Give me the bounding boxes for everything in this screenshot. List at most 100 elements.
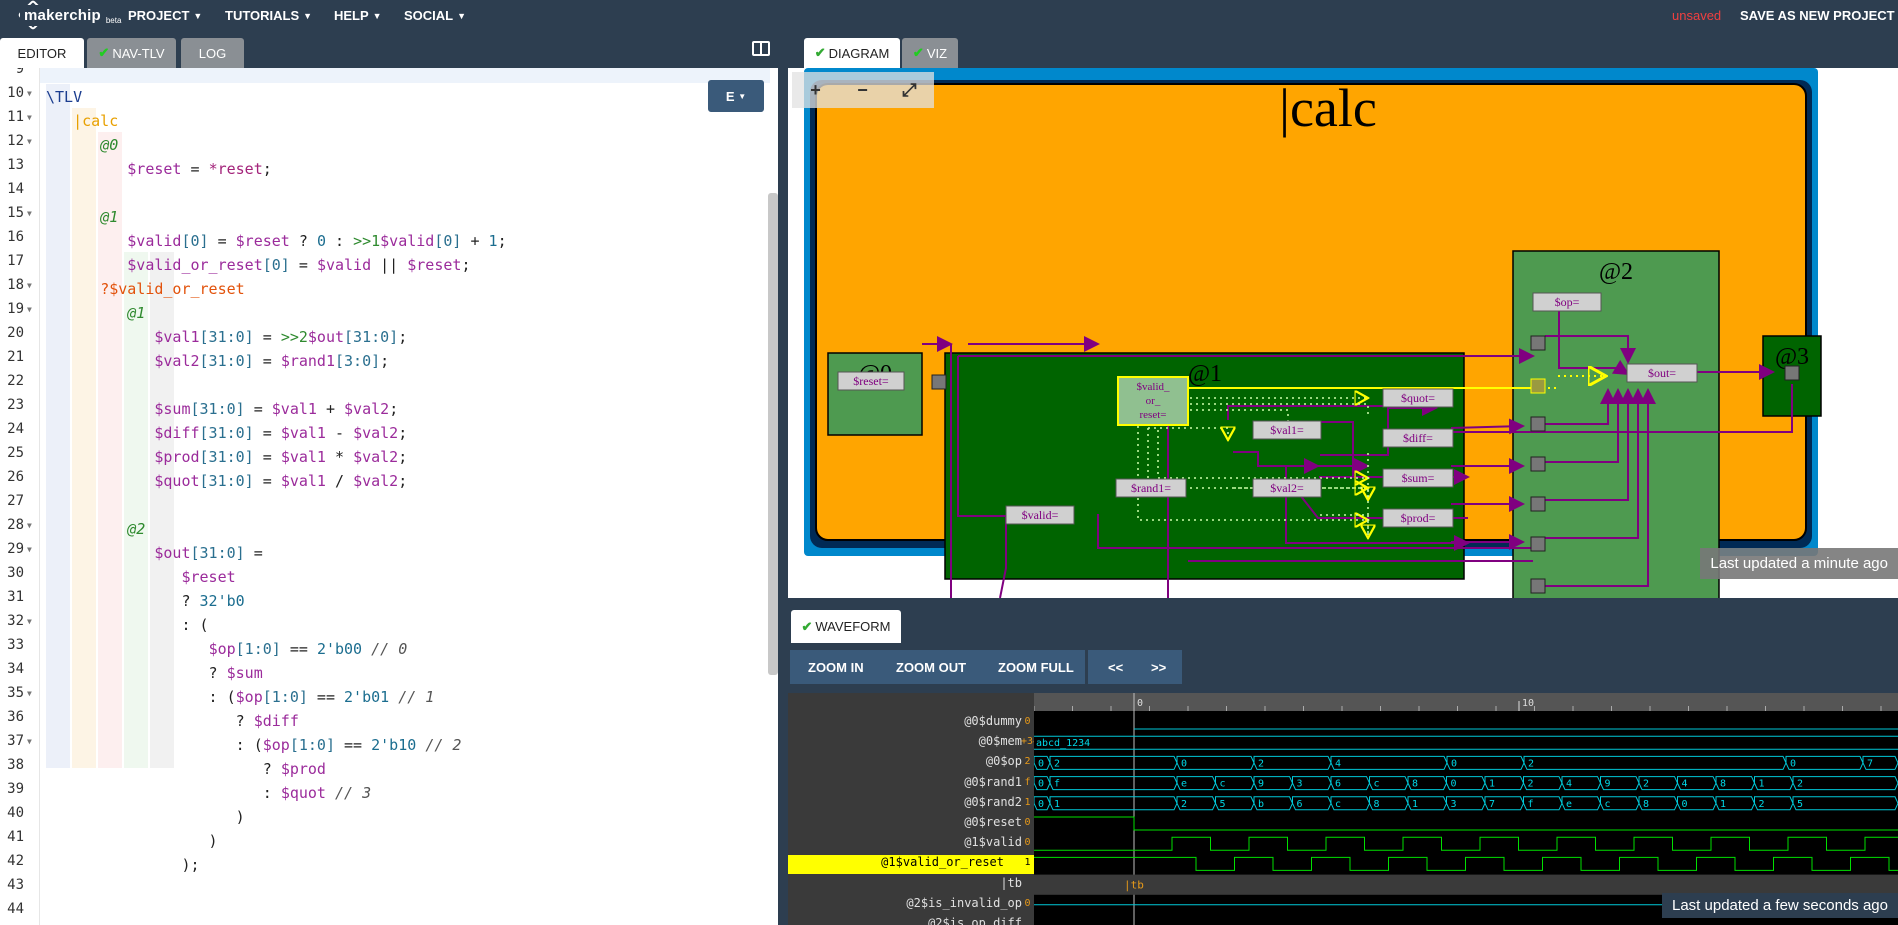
line-number-text: 30 [7, 565, 24, 581]
wave-rand2-value: 1 [1054, 799, 1060, 810]
wave-op-value: 0 [1790, 758, 1796, 769]
diagram-last-updated: Last updated a minute ago [1700, 548, 1898, 579]
fit-to-screen-icon[interactable]: ⤢ [886, 80, 933, 101]
signal-prod-label: $prod= [1401, 511, 1436, 525]
menu-tutorials[interactable]: TUTORIALS ▼ [225, 8, 312, 23]
signal-valid-or-reset-label: $valid_ [1137, 381, 1170, 393]
signal-out-label: $out= [1648, 366, 1676, 380]
waveform-viewer: ZOOM IN ZOOM OUT ZOOM FULL << >> @0$dumm… [788, 643, 1898, 925]
fold-toggle-icon[interactable]: ▼ [27, 617, 32, 626]
code-line: : $quot // 3 [46, 784, 372, 802]
fold-toggle-icon[interactable]: ▼ [27, 89, 32, 98]
line-number: 43 [0, 877, 36, 901]
panel-layout-icon[interactable] [752, 41, 770, 56]
wave-op-value: 2 [1054, 758, 1060, 769]
pipeline-title: |calc [1279, 78, 1377, 138]
line-number: 15 ▼ [0, 205, 36, 229]
signal-val2-label: $val2= [1270, 481, 1304, 495]
pipeline-diagram: |calc @0 @1 @2 @3 [804, 68, 1822, 598]
diagram-zoom-controls: + − ⤢ [792, 72, 934, 108]
menu-help[interactable]: HELP ▼ [334, 8, 382, 23]
fold-toggle-icon[interactable]: ▼ [27, 689, 32, 698]
fold-toggle-icon[interactable]: ▼ [27, 305, 32, 314]
zoom-in-button[interactable]: ZOOM IN [808, 650, 864, 684]
waveform-traces[interactable]: 0 10abcd_12340 2 0 2 4 0 2 0 70 f e c 9 3 6 c 8 0 1 2 4 9 2 4 8 1 2… [1034, 693, 1898, 925]
wave-signal-value: +34 [1021, 736, 1040, 748]
line-number-text: 9 [15, 68, 24, 77]
zoom-in-icon[interactable]: + [792, 80, 839, 101]
edit-mode-button[interactable]: E ▼ [708, 80, 764, 112]
wave-signal-name[interactable]: @1$valid [964, 835, 1022, 854]
wave-rand2-value: 5 [1220, 799, 1226, 810]
wave-rand2-value: 1 [1412, 799, 1418, 810]
tab-viz[interactable]: ✔ VIZ [902, 38, 958, 68]
wave-signal-name[interactable]: @2$is_op_diff [928, 916, 1022, 925]
line-number-text: 15 [7, 205, 24, 221]
stage-1-label: @1 [1188, 361, 1222, 387]
line-number-text: 28 [7, 517, 24, 533]
wave-signal-name[interactable]: @0$rand2 [964, 795, 1022, 814]
tab-waveform[interactable]: ✔ WAVEFORM [791, 610, 901, 643]
wave-rand2-value: 5 [1797, 799, 1803, 810]
code-line: ? $sum [46, 664, 263, 682]
fold-toggle-icon[interactable]: ▼ [27, 545, 32, 554]
fold-toggle-icon[interactable]: ▼ [27, 137, 32, 146]
wave-rand2-value: 2 [1759, 799, 1765, 810]
line-number: 20 [0, 325, 36, 349]
wave-signal-name[interactable]: @0$op [986, 754, 1022, 773]
tab-log[interactable]: LOG [181, 38, 244, 68]
wave-signal-name[interactable]: @0$dummy [964, 714, 1022, 733]
signal-diff-label: $diff= [1403, 431, 1433, 445]
code-editor[interactable]: 9 10 ▼ 11 ▼ 12 ▼ 13 14 15 ▼ 16 17 18 ▼ 19 ▼ 20 21 22 23 24 25 2… [0, 68, 778, 925]
tab-diagram[interactable]: ✔ DIAGRAM [804, 38, 900, 68]
editor-scrollbar[interactable] [768, 193, 778, 675]
panel-splitter[interactable] [778, 30, 788, 925]
wave-signal-name[interactable]: @0$rand1 [964, 775, 1022, 794]
wave-rand1-value: 9 [1605, 779, 1611, 790]
zoom-out-button[interactable]: ZOOM OUT [896, 650, 966, 684]
fold-toggle-icon[interactable]: ▼ [27, 521, 32, 530]
line-number-text: 14 [7, 181, 24, 197]
logo-text: makerchip [20, 4, 105, 26]
wave-rand2-value: c [1335, 799, 1341, 810]
wave-rand1-value: e [1181, 779, 1187, 790]
flop-op [1530, 335, 1546, 351]
fold-toggle-icon[interactable]: ▼ [27, 737, 32, 746]
zoom-out-icon[interactable]: − [839, 80, 886, 101]
code-line: $out[31:0] = [154, 544, 263, 562]
wave-signal-name[interactable]: |tb [1000, 876, 1022, 895]
wave-signal-name[interactable]: @0$reset [964, 815, 1022, 834]
check-icon: ✔ [98, 45, 110, 60]
line-number-text: 25 [7, 445, 24, 461]
wave-signal-name[interactable]: @1$valid_or_reset [788, 855, 1034, 875]
diagram-canvas[interactable]: |calc @0 @1 @2 @3 [788, 68, 1898, 598]
time-ruler [1034, 693, 1898, 711]
code-line: |calc [73, 112, 119, 130]
wave-rand1-value: 8 [1720, 779, 1726, 790]
line-number-text: 23 [7, 397, 24, 413]
line-number: 40 [0, 805, 36, 829]
scroll-left-button[interactable]: << [1108, 650, 1123, 684]
code-line: : ($op[1:0] == 2'b01 // 1 [46, 688, 435, 706]
flop-reset [931, 374, 947, 390]
fold-toggle-icon[interactable]: ▼ [27, 281, 32, 290]
line-number-text: 36 [7, 709, 24, 725]
wave-signal-name[interactable]: @2$is_invalid_op [906, 896, 1022, 915]
tab-nav-tlv[interactable]: ✔ NAV-TLV [87, 38, 176, 68]
wave-op-value: 2 [1528, 758, 1534, 769]
save-as-new-project-button[interactable]: SAVE AS NEW PROJECT [1740, 8, 1895, 23]
makerchip-logo[interactable]: makerchip beta [17, 0, 121, 31]
scroll-right-button[interactable]: >> [1151, 650, 1166, 684]
menu-project[interactable]: PROJECT ▼ [128, 8, 202, 23]
menu-social[interactable]: SOCIAL ▼ [404, 8, 466, 23]
zoom-full-button[interactable]: ZOOM FULL [998, 650, 1074, 684]
line-number: 19 ▼ [0, 301, 36, 325]
fold-toggle-icon[interactable]: ▼ [27, 113, 32, 122]
wave-op-value: 7 [1867, 758, 1873, 769]
signal-op-label: $op= [1555, 295, 1580, 309]
fold-toggle-icon[interactable]: ▼ [27, 209, 32, 218]
wave-signal-name[interactable]: @0$mem [979, 734, 1022, 753]
line-number-text: 20 [7, 325, 24, 341]
wave-rand1-value: 2 [1643, 779, 1649, 790]
tab-editor[interactable]: EDITOR [0, 38, 84, 68]
